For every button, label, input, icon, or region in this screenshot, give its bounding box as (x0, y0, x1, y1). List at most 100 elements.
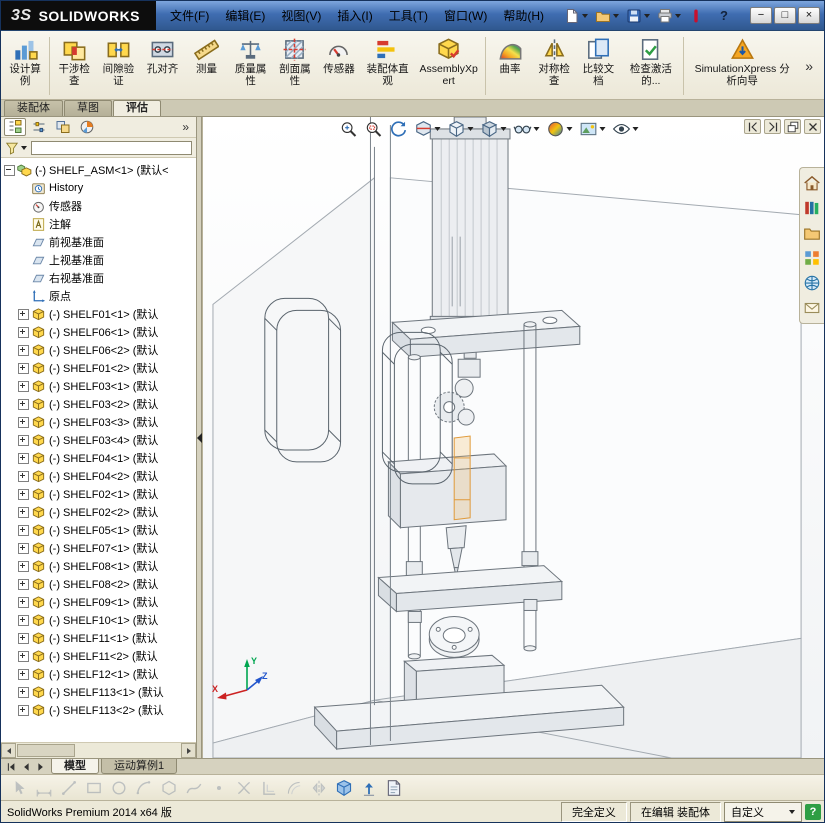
menu-file[interactable]: 文件(F) (162, 1, 217, 30)
hide-show-items-icon[interactable] (511, 119, 541, 139)
tree-expander[interactable] (18, 611, 29, 629)
tree-expander[interactable] (18, 647, 29, 665)
tree-expander[interactable] (18, 377, 29, 395)
print-icon[interactable] (655, 6, 683, 26)
tree-expander[interactable] (18, 287, 29, 305)
tree-row[interactable]: (-) SHELF03<1> (默认 (4, 377, 196, 395)
tree-expander[interactable] (18, 341, 29, 359)
filter-input[interactable] (31, 140, 192, 155)
tree-expander[interactable] (18, 251, 29, 269)
hole-alignment-button[interactable]: 孔对齐 (141, 33, 185, 99)
tree-row[interactable]: (-) SHELF01<1> (默认 (4, 305, 196, 323)
select-icon[interactable] (10, 779, 28, 797)
tree-row[interactable]: (-) SHELF03<2> (默认 (4, 395, 196, 413)
dropdown-arrow-icon[interactable] (500, 127, 507, 131)
simulationxpress-button[interactable]: SimulationXpress 分析向导 (686, 33, 798, 99)
tree-row[interactable]: (-) SHELF10<1> (默认 (4, 611, 196, 629)
menu-insert[interactable]: 插入(I) (329, 1, 380, 30)
mass-properties-button[interactable]: 质量属性 (229, 33, 273, 99)
view-settings-icon[interactable] (610, 119, 640, 139)
previous-view-icon[interactable] (387, 119, 409, 139)
view-orientation-icon[interactable] (445, 119, 475, 139)
prev-tab-icon[interactable] (18, 760, 33, 774)
dropdown-arrow-icon[interactable] (533, 127, 540, 131)
apply-scene-icon[interactable] (577, 119, 607, 139)
curvature-button[interactable]: 曲率 (488, 33, 532, 99)
design-library-icon[interactable] (802, 198, 822, 218)
tree-row[interactable]: 注解 (4, 215, 196, 233)
tree-row[interactable]: (-) SHELF11<2> (默认 (4, 647, 196, 665)
menu-tools[interactable]: 工具(T) (381, 1, 436, 30)
pane-collapse-left-icon[interactable] (744, 119, 761, 134)
tree-row[interactable]: History (4, 179, 196, 197)
help-button[interactable]: ? (714, 8, 734, 23)
tab-evaluate[interactable]: 评估 (113, 100, 161, 116)
tree-expander[interactable] (18, 701, 29, 719)
rectangle-icon[interactable] (85, 779, 103, 797)
tree-expander[interactable] (18, 431, 29, 449)
doc-restore-icon[interactable] (784, 119, 801, 134)
doc-close-icon[interactable] (804, 119, 821, 134)
spline-icon[interactable] (185, 779, 203, 797)
open-icon[interactable] (593, 6, 621, 26)
tree-row[interactable]: 前视基准面 (4, 233, 196, 251)
tree-expander[interactable] (18, 593, 29, 611)
tree-row[interactable]: (-) SHELF04<2> (默认 (4, 467, 196, 485)
file-explorer-icon[interactable] (802, 223, 822, 243)
toolbar-overflow-button[interactable]: » (798, 58, 820, 74)
convert-entities-icon[interactable] (260, 779, 278, 797)
scroll-left-button[interactable] (1, 743, 16, 758)
tree-row[interactable]: (-) SHELF113<2> (默认 (4, 701, 196, 719)
tab-assembly[interactable]: 装配体 (4, 100, 63, 116)
instant3d-icon[interactable] (360, 779, 378, 797)
compare-documents-button[interactable]: 比较文档 (576, 33, 620, 99)
tree-row[interactable]: (-) SHELF12<1> (默认 (4, 665, 196, 683)
menu-help[interactable]: 帮助(H) (495, 1, 552, 30)
measure-button[interactable]: 测量 (185, 33, 229, 99)
point-icon[interactable] (210, 779, 228, 797)
line-icon[interactable] (60, 779, 78, 797)
model-tab[interactable]: 模型 (51, 759, 99, 774)
section-properties-button[interactable]: 剖面属性 (273, 33, 317, 99)
menu-window[interactable]: 窗口(W) (436, 1, 495, 30)
edit-appearance-icon[interactable] (544, 119, 574, 139)
dropdown-arrow-icon[interactable] (644, 13, 651, 18)
view-palette-icon[interactable] (802, 248, 822, 268)
tree-expander[interactable] (4, 161, 15, 179)
graphics-area[interactable]: Y X Z (202, 117, 824, 758)
tree-row[interactable]: (-) SHELF08<1> (默认 (4, 557, 196, 575)
tree-row[interactable]: (-) SHELF08<2> (默认 (4, 575, 196, 593)
tree-row[interactable]: (-) SHELF02<2> (默认 (4, 503, 196, 521)
home-icon[interactable] (802, 173, 822, 193)
maximize-button[interactable]: □ (774, 7, 796, 24)
tree-expander[interactable] (18, 683, 29, 701)
tree-row[interactable]: (-) SHELF05<1> (默认 (4, 521, 196, 539)
symmetry-check-button[interactable]: 对称检查 (532, 33, 576, 99)
tree-row[interactable]: 右视基准面 (4, 269, 196, 287)
tree-expander[interactable] (18, 233, 29, 251)
tree-row[interactable]: (-) SHELF04<1> (默认 (4, 449, 196, 467)
check-active-document-button[interactable]: 检查激活的... (620, 33, 681, 99)
section-view-icon[interactable] (412, 119, 442, 139)
polygon-icon[interactable] (160, 779, 178, 797)
tree-expander[interactable] (18, 575, 29, 593)
dropdown-arrow-icon[interactable] (467, 127, 474, 131)
custom-dropdown[interactable]: 自定义 (724, 801, 802, 822)
filter-button[interactable] (5, 141, 27, 155)
tree-row[interactable]: (-) SHELF07<1> (默认 (4, 539, 196, 557)
circle-icon[interactable] (110, 779, 128, 797)
menu-view[interactable]: 视图(V) (273, 1, 329, 30)
tree-expander[interactable] (18, 629, 29, 647)
tree-expander[interactable] (18, 197, 29, 215)
appearances-scenes-icon[interactable] (802, 273, 822, 293)
arc-icon[interactable] (135, 779, 153, 797)
assembly-visualization-button[interactable]: 装配体直观 (361, 33, 414, 99)
pane-collapse-right-icon[interactable] (764, 119, 781, 134)
tree-row[interactable]: (-) SHELF06<2> (默认 (4, 341, 196, 359)
menu-edit[interactable]: 编辑(E) (217, 1, 273, 30)
trim-entities-icon[interactable] (235, 779, 253, 797)
display-style-icon[interactable] (478, 119, 508, 139)
dropdown-arrow-icon[interactable] (599, 127, 606, 131)
solidworks-resources-icon[interactable] (686, 6, 706, 26)
tree-expander[interactable] (18, 395, 29, 413)
